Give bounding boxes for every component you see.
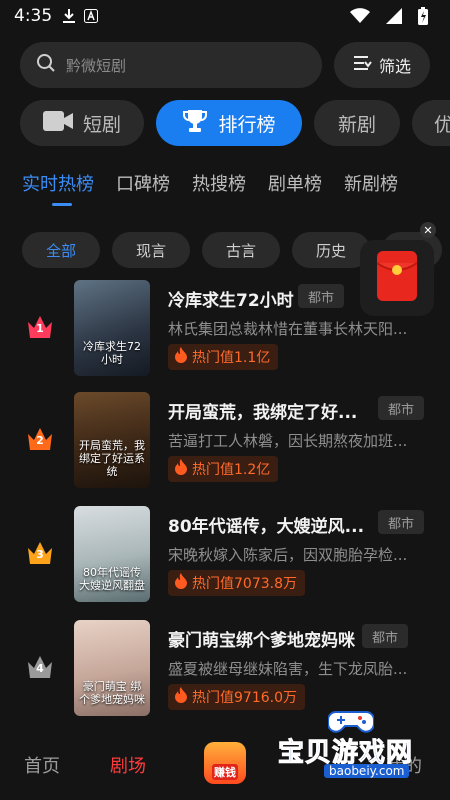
hot-value: 热门值7073.8万 bbox=[192, 576, 297, 592]
list-item[interactable]: 1 冷库求生72小时 冷库求生72小时 都市 林氏集团总裁林惜在董事长林天阳..… bbox=[0, 280, 450, 380]
watermark-url: baobeiy.com bbox=[324, 764, 410, 778]
genre-tag: 都市 bbox=[378, 396, 424, 420]
chip-all[interactable]: 全部 bbox=[22, 232, 100, 268]
poster-image[interactable]: 80年代谣传 大嫂逆风翻盘 bbox=[74, 506, 150, 602]
genre-tag: 都市 bbox=[378, 510, 424, 534]
drama-description: 宋晚秋嫁入陈家后，因双胞胎孕检... bbox=[168, 546, 408, 564]
hot-value: 热门值1.2亿 bbox=[192, 462, 271, 478]
search-row: 黔微短剧 筛选 bbox=[20, 42, 430, 88]
poster-image[interactable]: 开局蛮荒，我绑定了好运系统 bbox=[74, 392, 150, 488]
list-item[interactable]: 4 豪门萌宝 绑个爹地宠妈咪 豪门萌宝绑个爹地宠妈咪 都市 盛夏被继母继妹陷害，… bbox=[0, 620, 450, 720]
tab-reputation[interactable]: 口碑榜 bbox=[116, 170, 170, 210]
drama-description: 盛夏被继母继妹陷害，生下龙凤胎... bbox=[168, 660, 408, 678]
tab-label: 短剧 bbox=[82, 113, 121, 136]
search-placeholder: 黔微短剧 bbox=[66, 56, 127, 75]
tab-more[interactable]: 优 bbox=[412, 100, 450, 146]
poster-title: 冷库求生72小时 bbox=[83, 340, 141, 366]
chip-ancient-romance[interactable]: 古言 bbox=[202, 232, 280, 268]
status-bar: 4:35 bbox=[0, 0, 450, 32]
genre-tag: 都市 bbox=[298, 284, 344, 308]
nav-earn-label: 赚钱 bbox=[212, 764, 238, 780]
poster-title: 80年代谣传 大嫂逆风翻盘 bbox=[79, 566, 145, 592]
tab-playlist[interactable]: 剧单榜 bbox=[268, 170, 322, 210]
fire-icon bbox=[174, 573, 188, 593]
rank-tabs: 实时热榜 口碑榜 热搜榜 剧单榜 新剧榜 bbox=[22, 170, 450, 210]
video-camera-icon bbox=[42, 110, 73, 137]
tab-new-releases[interactable]: 新剧榜 bbox=[344, 170, 398, 210]
tab-leaderboard[interactable]: 排行榜 bbox=[156, 100, 302, 146]
drama-title: 开局蛮荒，我绑定了好... bbox=[168, 403, 358, 423]
fire-icon bbox=[174, 459, 188, 479]
site-watermark: 宝贝游戏网 baobeiy.com bbox=[270, 706, 448, 786]
rank-crown-icon: 4 bbox=[26, 654, 54, 680]
hot-value-badge: 热门值1.2亿 bbox=[168, 456, 279, 482]
drama-description: 林氏集团总裁林惜在董事长林天阳... bbox=[168, 320, 408, 338]
drama-title: 豪门萌宝绑个爹地宠妈咪 bbox=[168, 631, 355, 651]
poster-title: 豪门萌宝 绑个爹地宠妈咪 bbox=[79, 680, 145, 706]
genre-tag: 都市 bbox=[362, 624, 408, 648]
battery-icon bbox=[418, 7, 428, 25]
filter-button[interactable]: 筛选 bbox=[334, 42, 430, 88]
tab-realtime-hot[interactable]: 实时热榜 bbox=[22, 170, 94, 210]
chip-history[interactable]: 历史 bbox=[292, 232, 370, 268]
filter-label: 筛选 bbox=[378, 57, 411, 76]
download-icon bbox=[62, 8, 76, 24]
nav-theater[interactable]: 剧场 bbox=[110, 752, 146, 778]
category-tabs: 短剧 排行榜 新剧 优 bbox=[20, 100, 450, 148]
hot-value-badge: 热门值1.1亿 bbox=[168, 344, 279, 370]
drama-title: 80年代谣传，大嫂逆风... bbox=[168, 517, 365, 537]
tab-new-drama[interactable]: 新剧 bbox=[314, 100, 400, 146]
fire-icon bbox=[174, 687, 188, 707]
chip-modern-romance[interactable]: 现言 bbox=[112, 232, 190, 268]
nav-earn-button[interactable]: 赚钱 bbox=[204, 742, 246, 784]
trophy-icon bbox=[182, 108, 208, 139]
tab-hot-search[interactable]: 热搜榜 bbox=[192, 170, 246, 210]
rank-number: 2 bbox=[36, 434, 44, 447]
wifi-icon bbox=[350, 8, 370, 24]
poster-title: 开局蛮荒，我绑定了好运系统 bbox=[79, 439, 145, 478]
tab-label: 新剧 bbox=[337, 113, 376, 136]
app-notification-icon bbox=[84, 9, 99, 23]
hot-value-badge: 热门值7073.8万 bbox=[168, 570, 305, 596]
rank-crown-icon: 2 bbox=[26, 426, 54, 452]
rank-number: 3 bbox=[36, 548, 44, 561]
rank-crown-icon: 3 bbox=[26, 540, 54, 566]
tab-label: 排行榜 bbox=[218, 113, 276, 136]
status-time: 4:35 bbox=[14, 6, 53, 26]
hot-value: 热门值9716.0万 bbox=[192, 690, 297, 706]
list-item[interactable]: 2 开局蛮荒，我绑定了好运系统 开局蛮荒，我绑定了好... 都市 苦逼打工人林磐… bbox=[0, 392, 450, 492]
rank-crown-icon: 1 bbox=[26, 314, 54, 340]
drama-description: 苦逼打工人林磐，因长期熬夜加班... bbox=[168, 432, 408, 450]
hot-value: 热门值1.1亿 bbox=[192, 350, 271, 366]
tab-short-drama[interactable]: 短剧 bbox=[20, 100, 144, 146]
close-icon[interactable]: ✕ bbox=[420, 222, 436, 238]
poster-image[interactable]: 豪门萌宝 绑个爹地宠妈咪 bbox=[74, 620, 150, 716]
rank-number: 4 bbox=[36, 662, 44, 675]
search-icon bbox=[36, 53, 56, 77]
filter-icon bbox=[353, 54, 373, 76]
fire-icon bbox=[174, 347, 188, 367]
tab-label: 优 bbox=[434, 113, 450, 136]
search-input[interactable]: 黔微短剧 bbox=[20, 42, 322, 88]
nav-home[interactable]: 首页 bbox=[24, 752, 60, 778]
rank-number: 1 bbox=[36, 322, 44, 335]
signal-icon bbox=[386, 8, 402, 24]
poster-image[interactable]: 冷库求生72小时 bbox=[74, 280, 150, 376]
list-item[interactable]: 3 80年代谣传 大嫂逆风翻盘 80年代谣传，大嫂逆风... 都市 宋晚秋嫁入陈… bbox=[0, 506, 450, 606]
